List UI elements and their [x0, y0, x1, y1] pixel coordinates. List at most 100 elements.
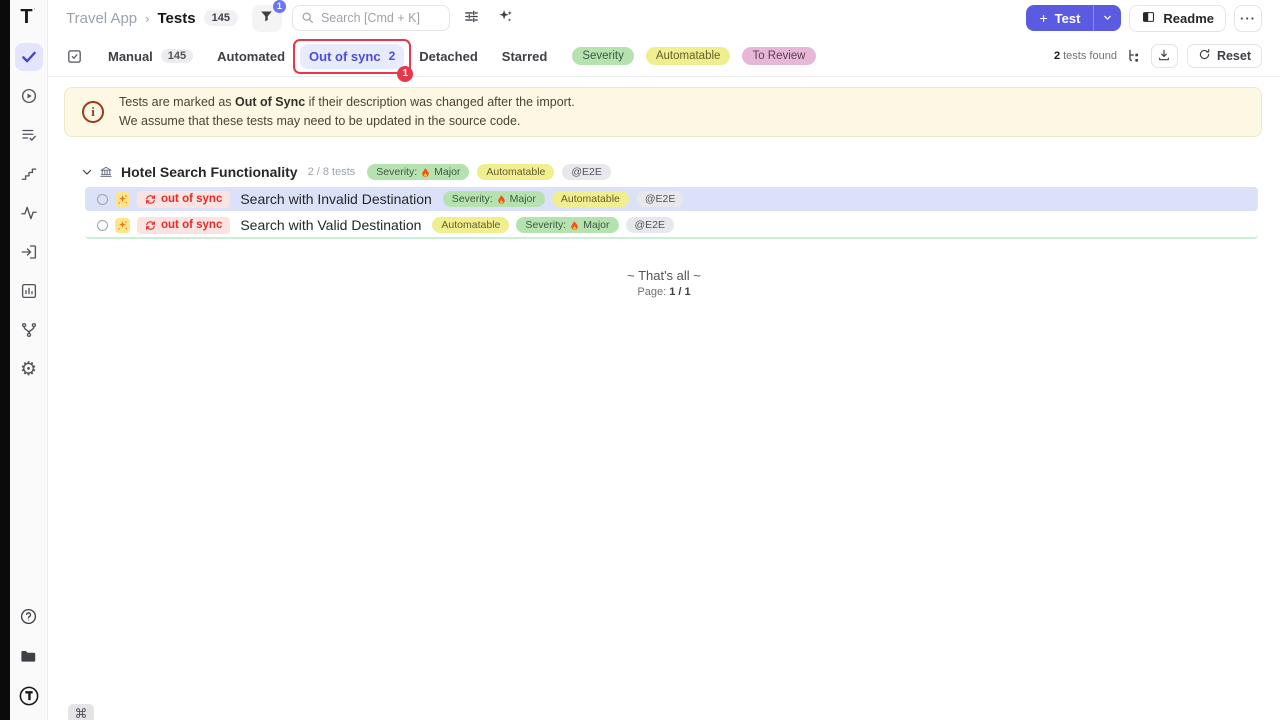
severity-filter-pill[interactable]: Severity: [572, 47, 634, 65]
filter-button[interactable]: 1: [252, 5, 282, 32]
activity-icon: [20, 204, 38, 222]
label-pill: Automatable: [552, 191, 629, 207]
label-pill: @E2E: [636, 191, 685, 207]
tree-view-icon[interactable]: [1126, 48, 1142, 64]
screen-edge: [0, 0, 10, 720]
list-footer: ~ That's all ~ Page: 1 / 1: [48, 268, 1280, 298]
app-logo[interactable]: Tˈ: [20, 7, 36, 27]
label-pill: Severity:Major: [443, 191, 545, 207]
automatable-filter-pill[interactable]: Automatable: [646, 47, 731, 65]
reset-label: Reset: [1217, 49, 1251, 63]
test-row[interactable]: out of sync Search with Valid Destinatio…: [85, 213, 1258, 239]
sliders-icon: [463, 8, 480, 28]
tab-manual-count: 145: [161, 49, 193, 63]
select-all-icon[interactable]: [66, 48, 83, 65]
results-count: 2tests found: [1054, 50, 1117, 62]
sidebar-item-brand[interactable]: [15, 682, 43, 710]
label-pill: Severity:Major: [516, 217, 618, 233]
suite-pills: Severity:MajorAutomatable@E2E: [367, 164, 611, 180]
sidebar-item-import[interactable]: [15, 238, 43, 266]
label-pill: @E2E: [626, 217, 675, 233]
info-icon: i: [82, 101, 104, 123]
reset-icon: [1198, 48, 1211, 64]
out-of-sync-badge: out of sync: [137, 217, 230, 234]
help-circle-icon: [19, 607, 38, 626]
import-icon: [20, 243, 38, 261]
tab-detached[interactable]: Detached: [410, 44, 487, 69]
test-status-circle[interactable]: [97, 220, 108, 231]
logo-tick: ˈ: [33, 6, 37, 20]
new-test-dropdown-button[interactable]: [1093, 5, 1121, 31]
tab-out-of-sync-label: Out of sync: [309, 49, 381, 64]
search-box: [292, 5, 450, 31]
sidebar-item-tests[interactable]: [15, 43, 43, 71]
view-settings-button[interactable]: [460, 6, 484, 30]
sidebar-item-settings[interactable]: ⚙: [15, 355, 43, 383]
reset-button[interactable]: Reset: [1187, 44, 1262, 68]
sidebar-item-runs[interactable]: [15, 82, 43, 110]
banner-line-2: We assume that these tests may need to b…: [119, 112, 575, 131]
label-pill: Automatable: [432, 217, 509, 233]
sidebar-item-help[interactable]: [15, 602, 43, 630]
tab-automated[interactable]: Automated: [208, 44, 294, 69]
new-test-split-button: + Test: [1026, 5, 1121, 31]
test-row[interactable]: out of sync Search with Invalid Destinat…: [85, 187, 1258, 211]
chevron-down-icon: [1102, 11, 1113, 26]
test-pills: Severity:Major Automatable @E2E: [443, 191, 685, 207]
tab-manual-label: Manual: [108, 49, 153, 64]
suite-header[interactable]: Hotel Search Functionality 2 / 8 tests S…: [48, 164, 1280, 180]
test-title: Search with Invalid Destination: [240, 191, 431, 207]
search-input[interactable]: [292, 5, 450, 31]
funnel-icon: [259, 9, 274, 27]
info-banner: i Tests are marked as Out of Sync if the…: [64, 87, 1262, 137]
sidebar-item-plans[interactable]: [15, 121, 43, 149]
tab-starred[interactable]: Starred: [493, 44, 557, 69]
readme-button[interactable]: Readme: [1129, 5, 1226, 32]
breadcrumb-project[interactable]: Travel App: [66, 10, 137, 27]
chevron-down-icon[interactable]: [81, 166, 93, 178]
command-key-button[interactable]: ⌘: [68, 704, 94, 720]
book-icon: [1141, 10, 1156, 27]
out-of-sync-badge: out of sync: [137, 191, 230, 208]
ai-assistant-button[interactable]: [494, 6, 518, 30]
test-title: Search with Valid Destination: [240, 217, 421, 233]
pagination: Page: 1 / 1: [48, 286, 1280, 298]
sparkles-icon: [497, 8, 514, 28]
git-branch-icon: [20, 321, 38, 339]
test-suite: Hotel Search Functionality 2 / 8 tests S…: [48, 164, 1280, 239]
logo-circle-icon: [18, 685, 40, 707]
gear-icon: ⚙: [20, 360, 37, 379]
suite-title: Hotel Search Functionality: [121, 164, 298, 180]
breadcrumb: Travel App › Tests 145: [66, 10, 238, 27]
sync-icon: [145, 194, 156, 205]
more-options-button[interactable]: ···: [1234, 5, 1262, 32]
tab-out-of-sync[interactable]: Out of sync 2: [300, 44, 404, 69]
tab-manual[interactable]: Manual 145: [99, 44, 202, 69]
sidebar-item-projects[interactable]: [15, 642, 43, 670]
tab-out-of-sync-count: 2: [389, 49, 396, 63]
label-pill: @E2E: [562, 164, 611, 180]
sidebar-item-analytics[interactable]: [15, 199, 43, 227]
annotation-step-badge: 1: [397, 66, 413, 82]
test-pills: Automatable Severity:Major @E2E: [432, 217, 674, 233]
sidebar-item-reports[interactable]: [15, 277, 43, 305]
readme-label: Readme: [1163, 11, 1214, 26]
suite-meta: 2 / 8 tests: [308, 166, 356, 178]
tab-starred-label: Starred: [502, 49, 548, 64]
sidebar-item-milestones[interactable]: [15, 160, 43, 188]
label-pill: Automatable: [477, 164, 554, 180]
tab-detached-label: Detached: [419, 49, 478, 64]
play-circle-icon: [20, 87, 38, 105]
new-test-button[interactable]: + Test: [1026, 5, 1093, 31]
sparkle-icon: [115, 192, 130, 207]
to-review-filter-pill[interactable]: To Review: [742, 47, 815, 65]
sidebar-bottom: [10, 602, 47, 710]
plus-icon: +: [1039, 10, 1047, 26]
sidebar-item-branches[interactable]: [15, 316, 43, 344]
banner-text: Tests are marked as Out of Sync if their…: [119, 93, 575, 132]
download-button[interactable]: [1151, 44, 1178, 68]
top-bar: Travel App › Tests 145 1: [48, 0, 1280, 36]
test-status-circle[interactable]: [97, 194, 108, 205]
check-icon: [20, 48, 38, 66]
end-of-list-message: ~ That's all ~: [48, 268, 1280, 283]
